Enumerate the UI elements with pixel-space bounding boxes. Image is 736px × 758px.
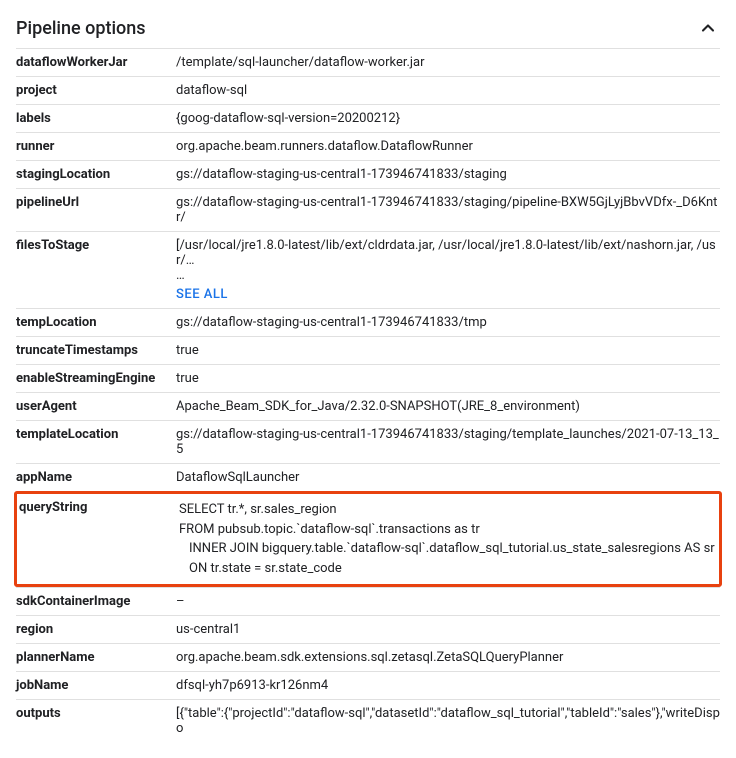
option-row: outputs [{"table":{"projectId":"dataflow… <box>16 699 720 742</box>
option-key: labels <box>16 111 176 126</box>
option-value: [{"table":{"projectId":"dataflow-sql","d… <box>176 706 720 736</box>
chevron-up-icon <box>698 18 718 38</box>
option-key: userAgent <box>16 399 176 414</box>
option-value: org.apache.beam.sdk.extensions.sql.zetas… <box>176 650 720 665</box>
option-key: pipelineUrl <box>16 195 176 210</box>
query-line: SELECT tr.*, sr.sales_region <box>179 500 717 520</box>
option-row: stagingLocation gs://dataflow-staging-us… <box>16 160 720 188</box>
option-value: gs://dataflow-staging-us-central1-173946… <box>176 427 720 457</box>
option-row: labels {goog-dataflow-sql-version=202002… <box>16 104 720 132</box>
option-row: tempLocation gs://dataflow-staging-us-ce… <box>16 308 720 336</box>
option-value: dataflow-sql <box>176 83 720 98</box>
option-key: stagingLocation <box>16 167 176 182</box>
option-value: true <box>176 343 720 358</box>
page-title: Pipeline options <box>16 18 146 39</box>
option-key: project <box>16 83 176 98</box>
option-row-highlighted: queryString SELECT tr.*, sr.sales_region… <box>14 491 722 587</box>
option-row: jobName dfsql-yh7p6913-kr126nm4 <box>16 671 720 699</box>
option-value: SELECT tr.*, sr.sales_region FROM pubsub… <box>179 500 717 578</box>
option-row: region us-central1 <box>16 615 720 643</box>
option-value: true <box>176 371 720 386</box>
option-value: DataflowSqlLauncher <box>176 470 720 485</box>
option-key: region <box>16 622 176 637</box>
option-row: pipelineUrl gs://dataflow-staging-us-cen… <box>16 188 720 231</box>
option-key: plannerName <box>16 650 176 665</box>
option-row: templateLocation gs://dataflow-staging-u… <box>16 420 720 463</box>
option-row: dataflowWorkerJar /template/sql-launcher… <box>16 48 720 76</box>
query-line: ON tr.state = sr.state_code <box>179 559 717 579</box>
option-value: gs://dataflow-staging-us-central1-173946… <box>176 315 720 330</box>
option-row: appName DataflowSqlLauncher <box>16 463 720 491</box>
option-row: plannerName org.apache.beam.sdk.extensio… <box>16 643 720 671</box>
option-value: Apache_Beam_SDK_for_Java/2.32.0-SNAPSHOT… <box>176 399 720 414</box>
option-value: us-central1 <box>176 622 720 637</box>
option-value: [/usr/local/jre1.8.0-latest/lib/ext/cldr… <box>176 238 720 302</box>
option-value: dfsql-yh7p6913-kr126nm4 <box>176 678 720 693</box>
option-row: project dataflow-sql <box>16 76 720 104</box>
option-value: gs://dataflow-staging-us-central1-173946… <box>176 195 720 225</box>
collapse-toggle[interactable] <box>696 16 720 40</box>
option-value: gs://dataflow-staging-us-central1-173946… <box>176 167 720 182</box>
option-key: templateLocation <box>16 427 176 442</box>
query-line: INNER JOIN bigquery.table.`dataflow-sql`… <box>179 539 717 559</box>
option-value: {goog-dataflow-sql-version=20200212} <box>176 111 720 126</box>
option-value: org.apache.beam.runners.dataflow.Dataflo… <box>176 139 720 154</box>
option-key: dataflowWorkerJar <box>16 55 176 70</box>
option-key: outputs <box>16 706 176 721</box>
option-key: sdkContainerImage <box>16 594 176 609</box>
option-value-text: [/usr/local/jre1.8.0-latest/lib/ext/cldr… <box>176 238 720 268</box>
option-key: filesToStage <box>16 238 176 253</box>
option-row: userAgent Apache_Beam_SDK_for_Java/2.32.… <box>16 392 720 420</box>
see-all-button[interactable]: SEE ALL <box>176 287 228 302</box>
option-row: filesToStage [/usr/local/jre1.8.0-latest… <box>16 231 720 308</box>
option-key: queryString <box>19 500 179 515</box>
option-value: – <box>176 594 720 609</box>
section-header: Pipeline options <box>16 16 720 48</box>
option-key: enableStreamingEngine <box>16 371 176 386</box>
option-row: runner org.apache.beam.runners.dataflow.… <box>16 132 720 160</box>
option-key: appName <box>16 470 176 485</box>
option-key: jobName <box>16 678 176 693</box>
option-row: sdkContainerImage – <box>16 587 720 615</box>
option-key: tempLocation <box>16 315 176 330</box>
query-line: FROM pubsub.topic.`dataflow-sql`.transac… <box>179 520 717 540</box>
option-value: /template/sql-launcher/dataflow-worker.j… <box>176 55 720 70</box>
option-key: runner <box>16 139 176 154</box>
option-row: truncateTimestamps true <box>16 336 720 364</box>
option-row: enableStreamingEngine true <box>16 364 720 392</box>
option-key: truncateTimestamps <box>16 343 176 358</box>
option-value-ellipsis: … <box>176 268 720 283</box>
